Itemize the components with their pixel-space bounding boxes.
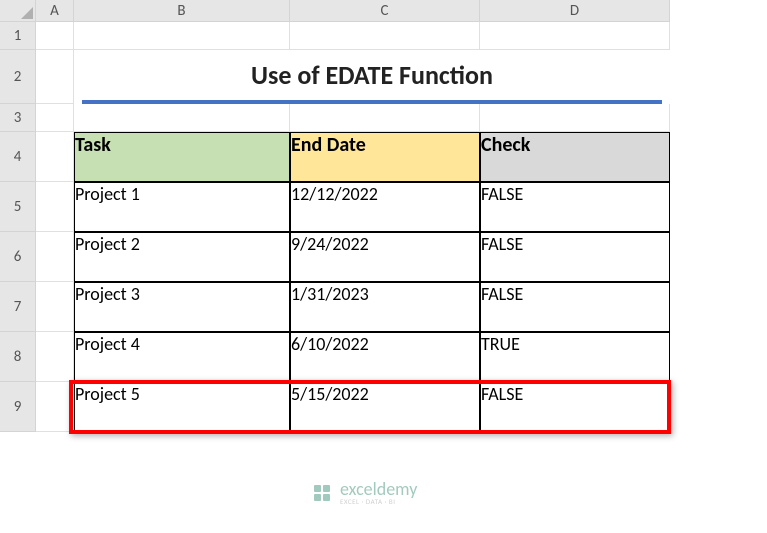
header-task[interactable]: Task bbox=[74, 132, 290, 182]
row-header-8[interactable]: 8 bbox=[0, 332, 36, 382]
cell-task-2[interactable]: Project 3 bbox=[74, 282, 290, 332]
cell-date-3[interactable]: 6/10/2022 bbox=[290, 332, 480, 382]
col-header-d[interactable]: D bbox=[480, 0, 670, 22]
cell-check-2[interactable]: FALSE bbox=[480, 282, 670, 332]
cell-task-3[interactable]: Project 4 bbox=[74, 332, 290, 382]
header-end-date[interactable]: End Date bbox=[290, 132, 480, 182]
row-header-4[interactable]: 4 bbox=[0, 132, 36, 182]
cell-b3[interactable] bbox=[74, 104, 290, 132]
row-header-3[interactable]: 3 bbox=[0, 104, 36, 132]
select-all-corner[interactable] bbox=[0, 0, 36, 22]
cell-check-4[interactable]: FALSE bbox=[480, 382, 670, 432]
cell-task-4[interactable]: Project 5 bbox=[74, 382, 290, 432]
cell-check-0[interactable]: FALSE bbox=[480, 182, 670, 232]
cell-d1[interactable] bbox=[480, 22, 670, 50]
page-title: Use of EDATE Function bbox=[82, 50, 662, 104]
col-header-a[interactable]: A bbox=[36, 0, 74, 22]
watermark-name: exceldemy bbox=[340, 480, 417, 498]
cell-d3[interactable] bbox=[480, 104, 670, 132]
row-header-2[interactable]: 2 bbox=[0, 50, 36, 104]
cell-a3[interactable] bbox=[36, 104, 74, 132]
cell-date-2[interactable]: 1/31/2023 bbox=[290, 282, 480, 332]
cell-date-1[interactable]: 9/24/2022 bbox=[290, 232, 480, 282]
watermark: exceldemy EXCEL · DATA · BI bbox=[310, 480, 417, 505]
row-header-1[interactable]: 1 bbox=[0, 22, 36, 50]
cell-c1[interactable] bbox=[290, 22, 480, 50]
cell-date-4[interactable]: 5/15/2022 bbox=[290, 382, 480, 432]
cell-a1[interactable] bbox=[36, 22, 74, 50]
row-header-5[interactable]: 5 bbox=[0, 182, 36, 232]
row-header-9[interactable]: 9 bbox=[0, 382, 36, 432]
cell-c3[interactable] bbox=[290, 104, 480, 132]
cell-task-0[interactable]: Project 1 bbox=[74, 182, 290, 232]
cell-a7[interactable] bbox=[36, 282, 74, 332]
cell-check-1[interactable]: FALSE bbox=[480, 232, 670, 282]
cell-a6[interactable] bbox=[36, 232, 74, 282]
cell-check-3[interactable]: TRUE bbox=[480, 332, 670, 382]
cell-date-0[interactable]: 12/12/2022 bbox=[290, 182, 480, 232]
watermark-icon bbox=[310, 481, 334, 505]
row-header-7[interactable]: 7 bbox=[0, 282, 36, 332]
cell-task-1[interactable]: Project 2 bbox=[74, 232, 290, 282]
spreadsheet-grid: A B C D 1 2 Use of EDATE Function 3 4 Ta… bbox=[0, 0, 767, 432]
cell-a9[interactable] bbox=[36, 382, 74, 432]
row-header-6[interactable]: 6 bbox=[0, 232, 36, 282]
cell-a4[interactable] bbox=[36, 132, 74, 182]
cell-a5[interactable] bbox=[36, 182, 74, 232]
header-check[interactable]: Check bbox=[480, 132, 670, 182]
col-header-c[interactable]: C bbox=[290, 0, 480, 22]
cell-a8[interactable] bbox=[36, 332, 74, 382]
col-header-b[interactable]: B bbox=[74, 0, 290, 22]
cell-a2[interactable] bbox=[36, 50, 74, 104]
cell-b1[interactable] bbox=[74, 22, 290, 50]
watermark-tag: EXCEL · DATA · BI bbox=[340, 498, 417, 505]
